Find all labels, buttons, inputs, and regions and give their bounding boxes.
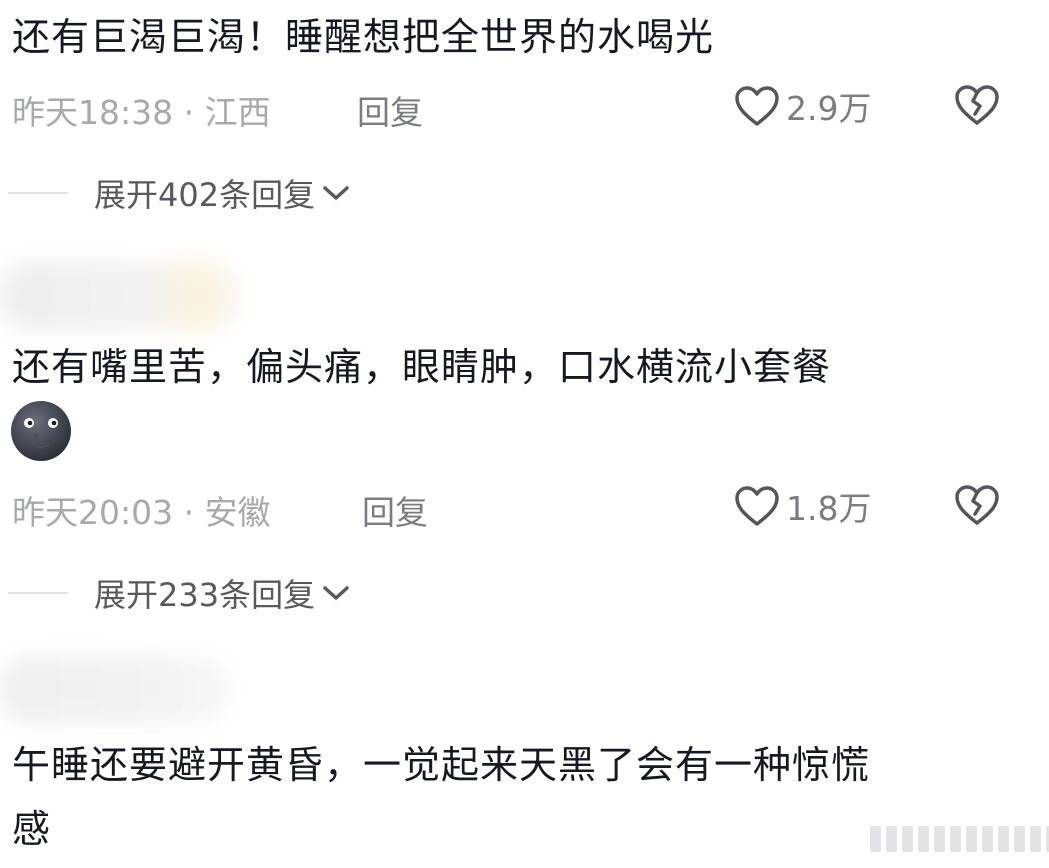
comment-text-line2: 感 [12, 807, 52, 851]
blurred-username [0, 656, 230, 724]
expand-replies-button[interactable]: 展开402条回复 [8, 168, 351, 218]
dislike-button[interactable] [954, 484, 1000, 534]
broken-heart-icon [955, 85, 999, 125]
comment-time-location: 昨天18:38 · 江西 [12, 93, 271, 132]
chevron-down-icon [323, 586, 349, 600]
like-count: 1.8万 [786, 489, 872, 528]
like-count: 2.9万 [786, 89, 872, 128]
chevron-down-icon [323, 186, 349, 200]
broken-heart-icon [955, 485, 999, 525]
expand-replies-label: 展开402条回复 [94, 176, 316, 214]
divider-line [8, 192, 68, 194]
comment-meta-row: 昨天20:03 · 安徽 回复 1.8万 [12, 476, 1032, 536]
expand-replies-button[interactable]: 展开233条回复 [8, 568, 351, 618]
comment-text: 还有嘴里苦，偏头痛，眼睛肿，口水横流小套餐 [12, 345, 832, 389]
comment-meta-row: 昨天18:38 · 江西 回复 2.9万 [12, 76, 1032, 136]
comment-text-line1: 午睡还要避开黄昏，一觉起来天黑了会有一种惊慌 [12, 743, 871, 787]
expand-replies-label: 展开233条回复 [94, 576, 316, 614]
comment-text: 还有巨渴巨渴！睡醒想把全世界的水喝光 [12, 15, 715, 59]
like-button[interactable]: 1.8万 [734, 482, 871, 530]
heart-outline-icon [735, 486, 779, 526]
reply-button[interactable]: 回复 [362, 486, 428, 534]
watermark [870, 826, 1049, 852]
divider-line [8, 592, 68, 594]
new-moon-face-emoji [11, 401, 71, 461]
comment-time-location: 昨天20:03 · 安徽 [12, 493, 271, 532]
dislike-button[interactable] [954, 84, 1000, 134]
blurred-username [0, 262, 240, 330]
like-button[interactable]: 2.9万 [734, 82, 871, 130]
heart-outline-icon [735, 86, 779, 126]
reply-button[interactable]: 回复 [357, 86, 423, 134]
